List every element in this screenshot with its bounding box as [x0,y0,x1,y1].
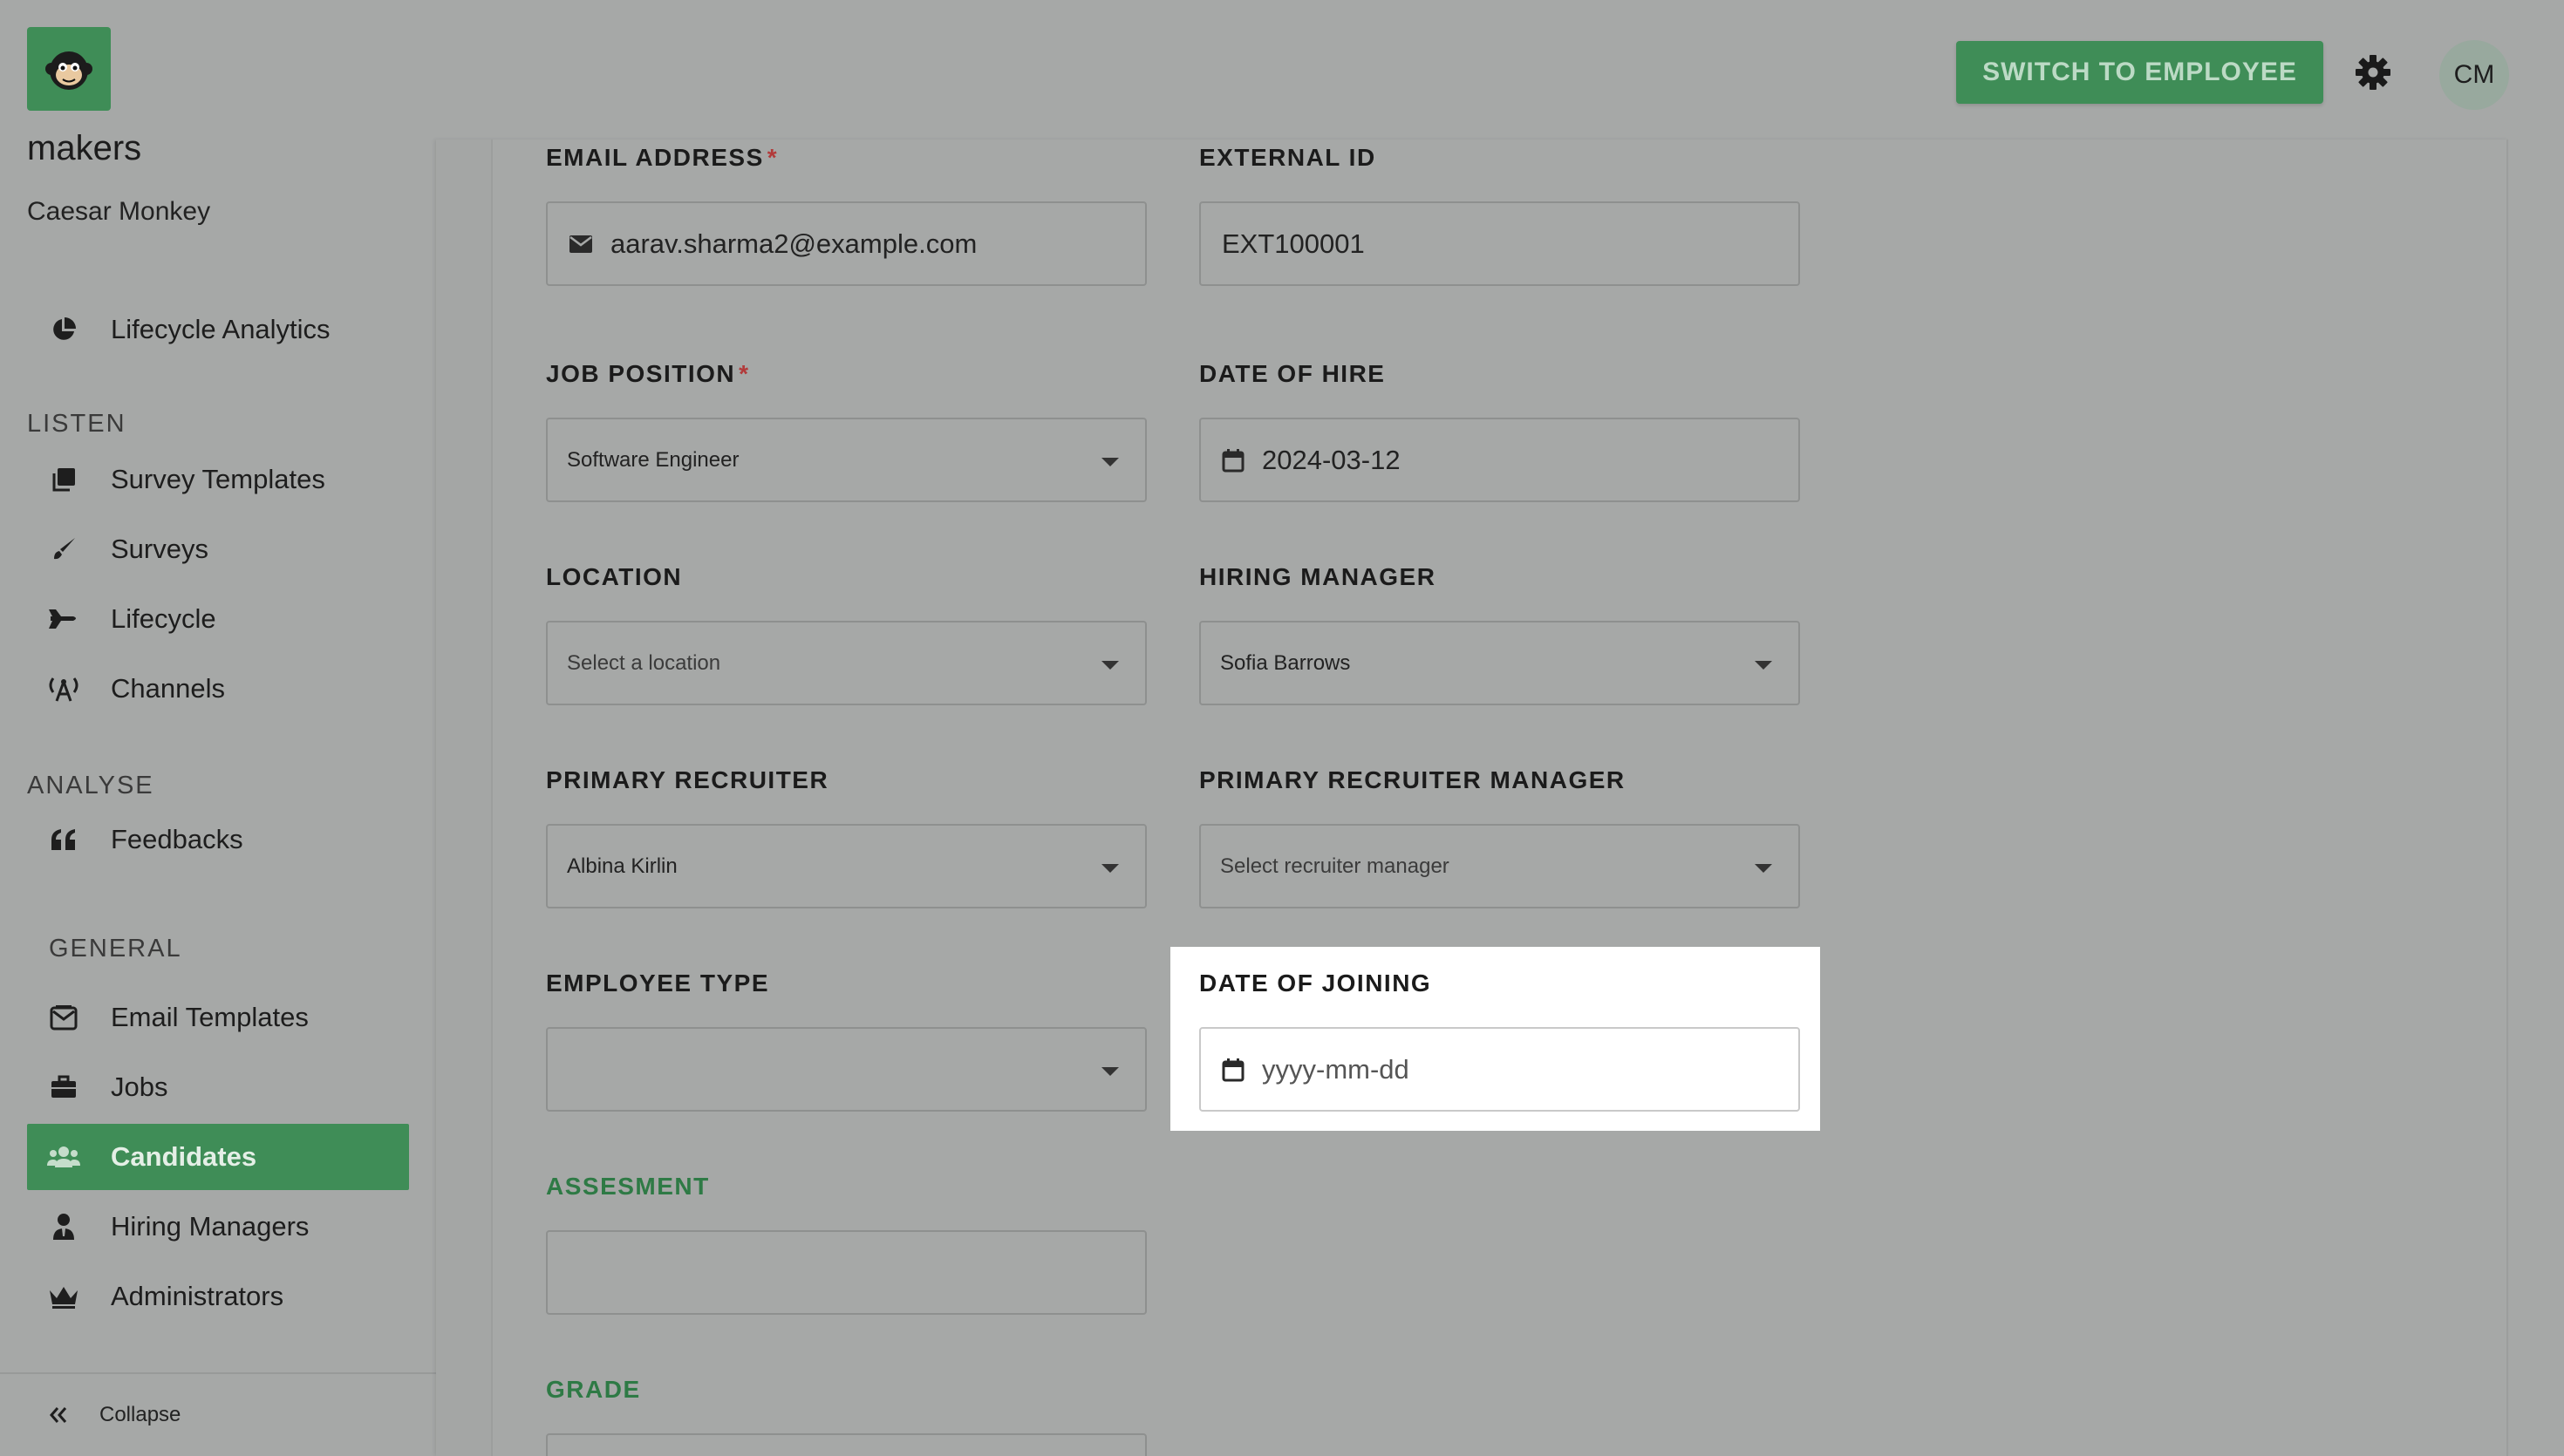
sidebar-item-label: Candidates [111,1141,257,1172]
section-title-analyse: ANALYSE [27,772,154,799]
job-position-select[interactable]: Software Engineer [546,418,1147,502]
sidebar-item-lifecycle-analytics[interactable]: Lifecycle Analytics [27,296,409,363]
sidebar-item-label: Jobs [111,1072,168,1102]
sidebar-item-label: Feedbacks [111,824,243,854]
email-field[interactable]: aarav.sharma2@example.com [546,201,1147,286]
current-user-name: Caesar Monkey [27,197,211,226]
date-of-joining-placeholder: yyyy-mm-dd [1262,1053,1409,1085]
double-chevron-left-icon [49,1406,68,1424]
section-title-general: GENERAL [49,935,182,963]
switch-to-employee-button[interactable]: SWITCH TO EMPLOYEE [1956,41,2323,104]
date-of-joining-highlight: DATE OF JOINING yyyy-mm-dd [1170,947,1820,1131]
sidebar-item-label: Lifecycle Analytics [111,314,331,344]
envelope-icon [569,235,593,254]
collapse-label: Collapse [99,1403,181,1426]
avatar[interactable]: CM [2439,40,2509,110]
date-of-joining-label: DATE OF JOINING [1199,970,1432,997]
copy-icon [46,466,81,493]
caret-down-icon [1101,661,1119,670]
sidebar-item-jobs[interactable]: Jobs [27,1054,409,1120]
assesment-label: ASSESMENT [546,1173,710,1200]
quote-icon [46,827,81,852]
broadcast-icon [46,675,81,703]
sidebar-item-surveys[interactable]: Surveys [27,516,409,582]
mail-bulk-icon [46,1004,81,1031]
external-id-field[interactable]: EXT100001 [1199,201,1800,286]
primary-recruiter-select[interactable]: Albina Kirlin [546,824,1147,908]
date-of-joining-field[interactable]: yyyy-mm-dd [1199,1027,1800,1112]
sidebar-item-label: Email Templates [111,1002,309,1032]
caret-down-icon [1101,1067,1119,1076]
calendar-icon [1222,1058,1244,1082]
grade-label: GRADE [546,1376,641,1403]
gear-icon[interactable] [2355,54,2391,91]
fighter-jet-icon [46,606,81,632]
sidebar-item-survey-templates[interactable]: Survey Templates [27,446,409,513]
sidebar-item-email-templates[interactable]: Email Templates [27,984,409,1051]
hiring-manager-label: HIRING MANAGER [1199,563,1436,590]
primary-recruiter-label: PRIMARY RECRUITER [546,766,829,793]
sidebar-item-hiring-managers[interactable]: Hiring Managers [27,1194,409,1260]
sidebar-item-candidates[interactable]: Candidates [27,1124,409,1190]
sidebar-item-label: Surveys [111,534,208,564]
date-of-hire-field[interactable]: 2024-03-12 [1199,418,1800,502]
sidebar-item-lifecycle[interactable]: Lifecycle [27,586,409,652]
employee-type-select[interactable] [546,1027,1147,1112]
sidebar-item-label: Lifecycle [111,603,216,634]
location-select[interactable]: Select a location [546,621,1147,705]
email-value: aarav.sharma2@example.com [610,228,978,259]
date-of-hire-value: 2024-03-12 [1262,444,1401,475]
pie-chart-icon [46,316,81,344]
caret-down-icon [1755,864,1772,873]
user-tie-icon [46,1213,81,1241]
sidebar-item-label: Administrators [111,1281,284,1311]
caret-down-icon [1101,864,1119,873]
caret-down-icon [1755,661,1772,670]
grade-field[interactable] [546,1433,1147,1456]
location-label: LOCATION [546,563,683,590]
primary-recruiter-manager-select[interactable]: Select recruiter manager [1199,824,1800,908]
sidebar-item-administrators[interactable]: Administrators [27,1263,409,1330]
primary-recruiter-manager-label: PRIMARY RECRUITER MANAGER [1199,766,1626,793]
collapse-button[interactable]: Collapse [0,1372,436,1456]
employee-type-label: EMPLOYEE TYPE [546,970,769,997]
sidebar-item-feedbacks[interactable]: Feedbacks [27,806,409,873]
crown-icon [46,1283,81,1310]
primary-recruiter-manager-placeholder: Select recruiter manager [1220,854,1449,878]
primary-recruiter-value: Albina Kirlin [567,854,678,878]
sidebar-item-channels[interactable]: Channels [27,656,409,722]
job-position-label: JOB POSITION * [546,360,750,387]
required-marker: * [739,360,750,387]
job-position-value: Software Engineer [567,447,740,472]
brush-icon [46,536,81,562]
sidebar-item-label: Channels [111,673,225,704]
external-id-value: EXT100001 [1222,228,1365,259]
location-placeholder: Select a location [567,650,721,675]
calendar-icon [1222,448,1244,473]
caret-down-icon [1101,458,1119,466]
hiring-manager-value: Sofia Barrows [1220,650,1351,675]
briefcase-icon [46,1075,81,1099]
hiring-manager-select[interactable]: Sofia Barrows [1199,621,1800,705]
assesment-field[interactable] [546,1230,1147,1315]
users-icon [46,1145,81,1169]
brand-name: makers [27,129,142,167]
monkey-logo-icon[interactable] [27,27,111,111]
required-marker: * [767,144,779,171]
sidebar-item-label: Survey Templates [111,464,325,494]
sidebar: makers Caesar Monkey Lifecycle Analytics… [0,0,436,1456]
date-of-hire-label: DATE OF HIRE [1199,360,1386,387]
external-id-label: EXTERNAL ID [1199,144,1376,171]
email-label: EMAIL ADDRESS * [546,144,779,171]
sidebar-item-label: Hiring Managers [111,1211,310,1242]
section-title-listen: LISTEN [27,410,126,438]
